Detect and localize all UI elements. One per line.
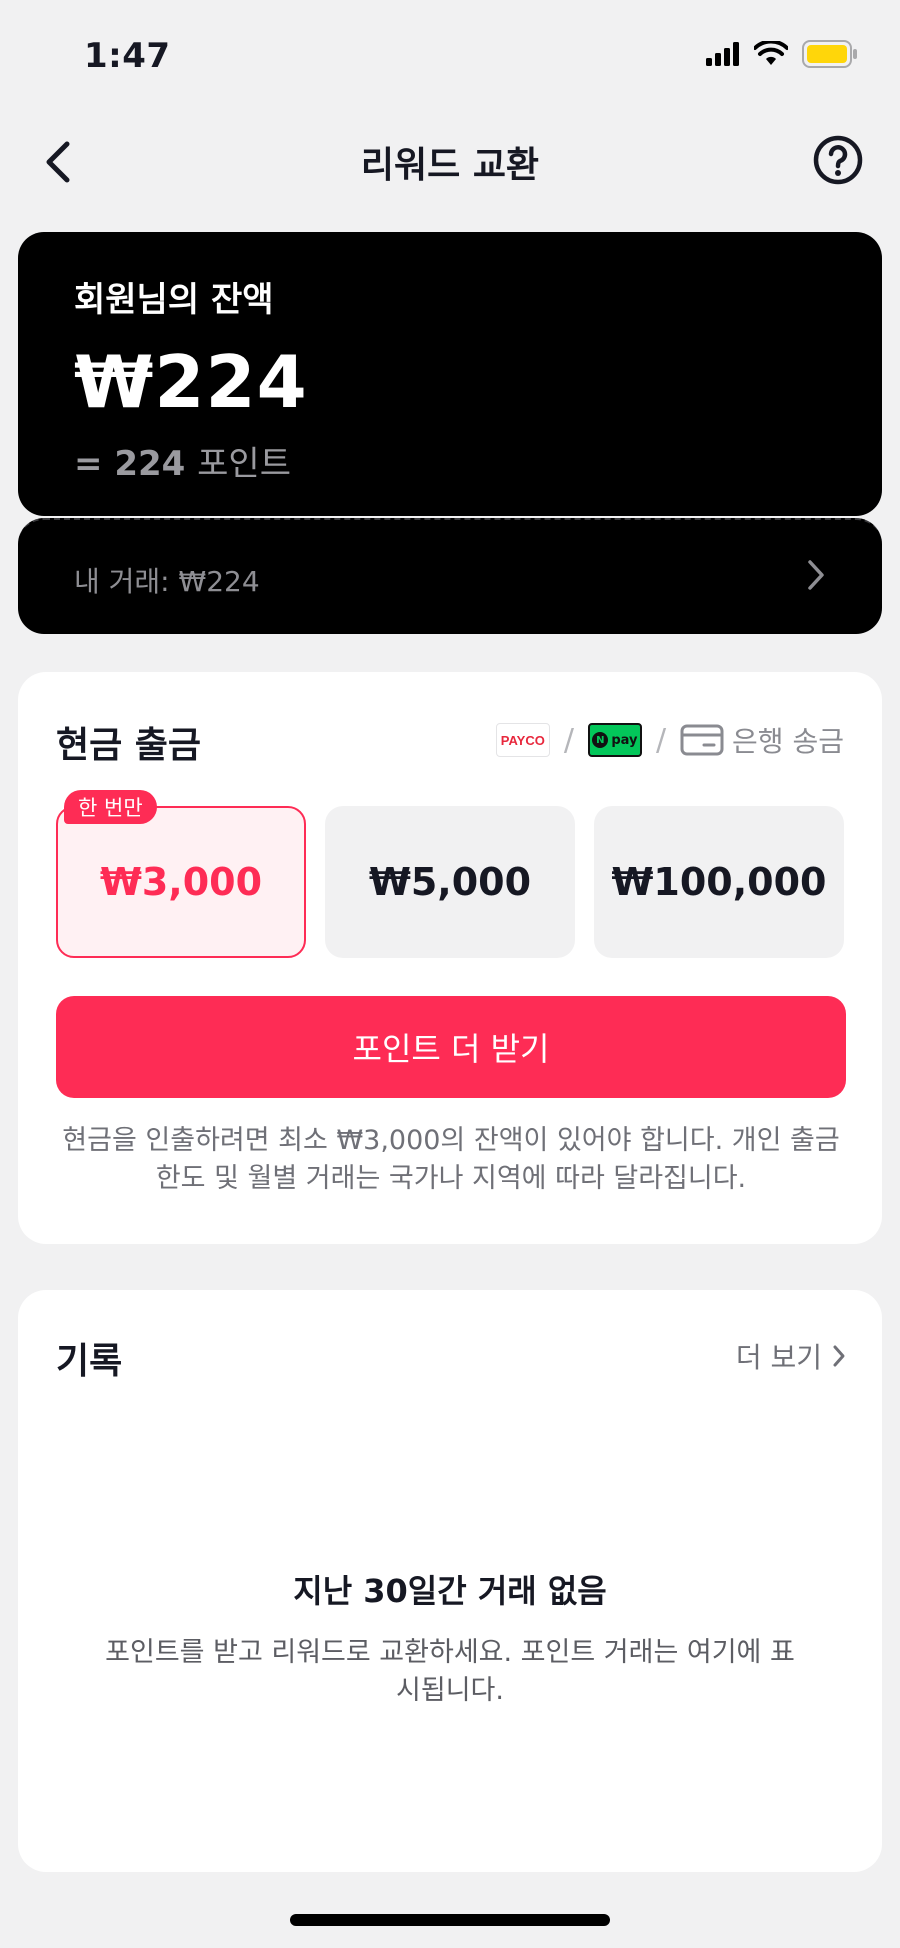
- separator: /: [563, 722, 574, 758]
- signal-icon: [706, 42, 740, 70]
- balance-card: 회원님의 잔액 ₩224 = 224 포인트: [18, 232, 882, 516]
- home-indicator[interactable]: [290, 1914, 610, 1926]
- npay-badge: N: [592, 732, 609, 748]
- amount-option-5000[interactable]: ₩5,000: [325, 806, 575, 958]
- page-title: 리워드 교환: [360, 145, 540, 186]
- status-time: 1:47: [84, 36, 171, 76]
- cash-out-title: 현금 출금: [56, 725, 202, 766]
- npay-text: pay: [611, 732, 638, 748]
- battery-icon: [802, 40, 858, 72]
- chevron-right-icon: [808, 560, 824, 590]
- bank-transfer-label: 은행 송금: [732, 725, 844, 758]
- cash-out-note: 현금을 인출하려면 최소 ₩3,000의 잔액이 있어야 합니다. 개인 출금 …: [62, 1125, 840, 1194]
- separator: /: [655, 722, 667, 758]
- card-icon: [680, 724, 724, 756]
- cash-out-card: 현금 출금 PAYCO / N pay / 은행 송금 ₩3,000 한 번만 …: [18, 672, 882, 1244]
- status-bar: 1:47: [0, 0, 900, 110]
- balance-points: = 224 포인트: [74, 436, 291, 485]
- chevron-right-icon: [833, 1345, 845, 1367]
- history-see-more-link[interactable]: 더 보기: [736, 1336, 846, 1376]
- get-more-points-button[interactable]: 포인트 더 받기: [56, 996, 846, 1098]
- amount-option-100000[interactable]: ₩100,000: [594, 806, 844, 958]
- history-title: 기록: [56, 1341, 123, 1382]
- my-transactions-row[interactable]: 내 거래: ₩224: [18, 518, 882, 634]
- npay-logo: N pay: [587, 723, 642, 757]
- empty-state-title: 지난 30일간 거래 없음: [293, 1572, 607, 1610]
- history-card: 기록 더 보기 지난 30일간 거래 없음 포인트를 받고 리워드로 교환하세요…: [18, 1290, 882, 1872]
- payco-logo: PAYCO: [495, 723, 550, 757]
- balance-label: 회원님의 잔액: [74, 280, 274, 320]
- points-value: = 224: [74, 444, 186, 484]
- amount-option-3000[interactable]: ₩3,000: [56, 806, 306, 958]
- bank-transfer: 은행 송금: [680, 720, 844, 760]
- once-badge: 한 번만: [64, 790, 157, 824]
- help-button[interactable]: [810, 132, 866, 188]
- empty-state-description: 포인트를 받고 리워드로 교환하세요. 포인트 거래는 여기에 표시됩니다.: [105, 1637, 795, 1706]
- header: 리워드 교환: [0, 120, 900, 200]
- payment-methods: PAYCO / N pay / 은행 송금: [495, 720, 844, 760]
- points-unit: 포인트: [197, 444, 291, 484]
- see-more-label: 더 보기: [735, 1341, 822, 1374]
- wifi-icon: [753, 39, 789, 71]
- my-transactions-label: 내 거래: ₩224: [74, 565, 260, 598]
- balance-amount: ₩224: [74, 340, 308, 424]
- question-circle-icon: [813, 135, 863, 185]
- status-icons: [706, 39, 858, 72]
